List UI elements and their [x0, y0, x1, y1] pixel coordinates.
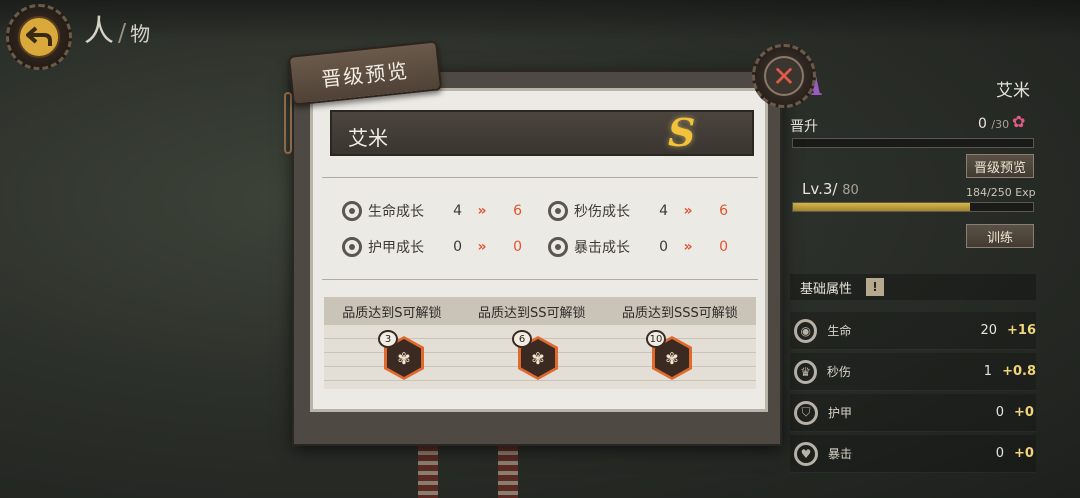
arrow-icon: »: [683, 203, 693, 219]
attribute-bonus: +0: [1014, 405, 1034, 420]
attribute-label: 秒伤: [826, 365, 851, 379]
arrow-icon: »: [477, 203, 487, 219]
close-button[interactable]: ✕: [752, 44, 816, 108]
promotion-label: 晋升: [790, 119, 818, 135]
stat-from: 0: [453, 239, 462, 255]
unlock-level-badge: 10: [646, 330, 666, 348]
attribute-bonus: +16: [1007, 323, 1037, 338]
stat-to: 6: [513, 203, 522, 219]
unlock-label: 品质达到SS可解锁: [477, 305, 586, 321]
unlock-level-badge: 3: [378, 330, 398, 348]
stat-to: 0: [513, 239, 522, 255]
exp-text: 184/250 Exp: [966, 186, 1036, 199]
stat-to: 0: [719, 239, 728, 255]
dps-icon: ♛: [794, 359, 817, 384]
stat-row: 暴击成长 0 » 0: [548, 236, 728, 258]
top-bar: [0, 0, 1080, 40]
arrow-icon: »: [683, 239, 693, 255]
back-button[interactable]: [6, 4, 72, 70]
stat-to: 6: [719, 203, 728, 219]
promotion-bar: [792, 138, 1034, 148]
attribute-row: ♛ 秒伤 1 +0.8: [790, 353, 1036, 391]
unlock-label: 品质达到SSS可解锁: [621, 305, 738, 321]
attribute-label: 暴击: [828, 447, 853, 461]
promotion-value: 0 /30: [978, 116, 1010, 132]
tag-string: [284, 92, 292, 154]
stat-row: 护甲成长 0 » 0: [342, 236, 522, 258]
divider: [322, 177, 758, 178]
stat-row: 秒伤成长 4 » 6: [548, 200, 728, 222]
basic-attributes-header: 基础属性 !: [790, 274, 1036, 300]
modal-character-name: 艾米: [348, 126, 388, 150]
life-icon: ◉: [794, 318, 818, 343]
back-arrow-icon: [18, 16, 60, 58]
stat-from: 0: [659, 239, 668, 255]
attribute-bonus: +0: [1014, 446, 1034, 461]
attribute-label: 护甲: [828, 406, 853, 420]
unlock-level-badge: 6: [512, 330, 532, 348]
close-icon: ✕: [764, 56, 804, 96]
stat-label: 生命成长: [368, 204, 424, 220]
flower-icon: ✿: [1012, 112, 1026, 131]
stat-icon: [342, 201, 362, 221]
stat-from: 4: [453, 203, 462, 219]
stat-label: 秒伤成长: [574, 204, 630, 220]
modal-name-bar: 艾米 S: [330, 110, 754, 156]
attribute-row: ⛉ 护甲 0 +0: [790, 394, 1036, 432]
promotion-preview-button[interactable]: 晋级预览: [966, 154, 1034, 178]
stat-row: 生命成长 4 » 6: [342, 200, 522, 222]
stat-icon: [342, 237, 362, 257]
attribute-bonus: +0.8: [1002, 364, 1036, 379]
unlock-header: 品质达到S可解锁 品质达到SS可解锁 品质达到SSS可解锁: [324, 297, 756, 325]
exp-bar: [792, 202, 1034, 212]
unlock-label: 品质达到S可解锁: [342, 305, 442, 321]
attribute-row: ◉ 生命 20 +16: [790, 312, 1036, 350]
attribute-value: 0: [995, 405, 1004, 420]
attribute-label: 生命: [827, 324, 852, 338]
stat-from: 4: [659, 203, 668, 219]
stat-icon: [548, 201, 568, 221]
stat-label: 护甲成长: [368, 240, 424, 256]
train-button[interactable]: 训练: [966, 224, 1034, 248]
page-title: 人/物: [84, 14, 153, 49]
divider: [322, 279, 758, 280]
attribute-value: 20: [980, 323, 998, 338]
arrow-icon: »: [477, 239, 487, 255]
panel-character-name: 艾米: [996, 81, 1030, 101]
info-icon[interactable]: !: [866, 278, 885, 296]
character-legs: [410, 445, 550, 498]
stat-icon: [548, 237, 568, 257]
level-text: Lv.3/ 80: [802, 180, 859, 198]
armor-icon: ⛉: [794, 400, 818, 425]
attribute-row: ♥ 暴击 0 +0: [790, 435, 1036, 473]
modal-rank: S: [668, 110, 696, 155]
attribute-value: 0: [995, 446, 1004, 461]
stat-label: 暴击成长: [574, 240, 630, 256]
crit-icon: ♥: [794, 441, 818, 466]
attribute-value: 1: [983, 364, 993, 379]
